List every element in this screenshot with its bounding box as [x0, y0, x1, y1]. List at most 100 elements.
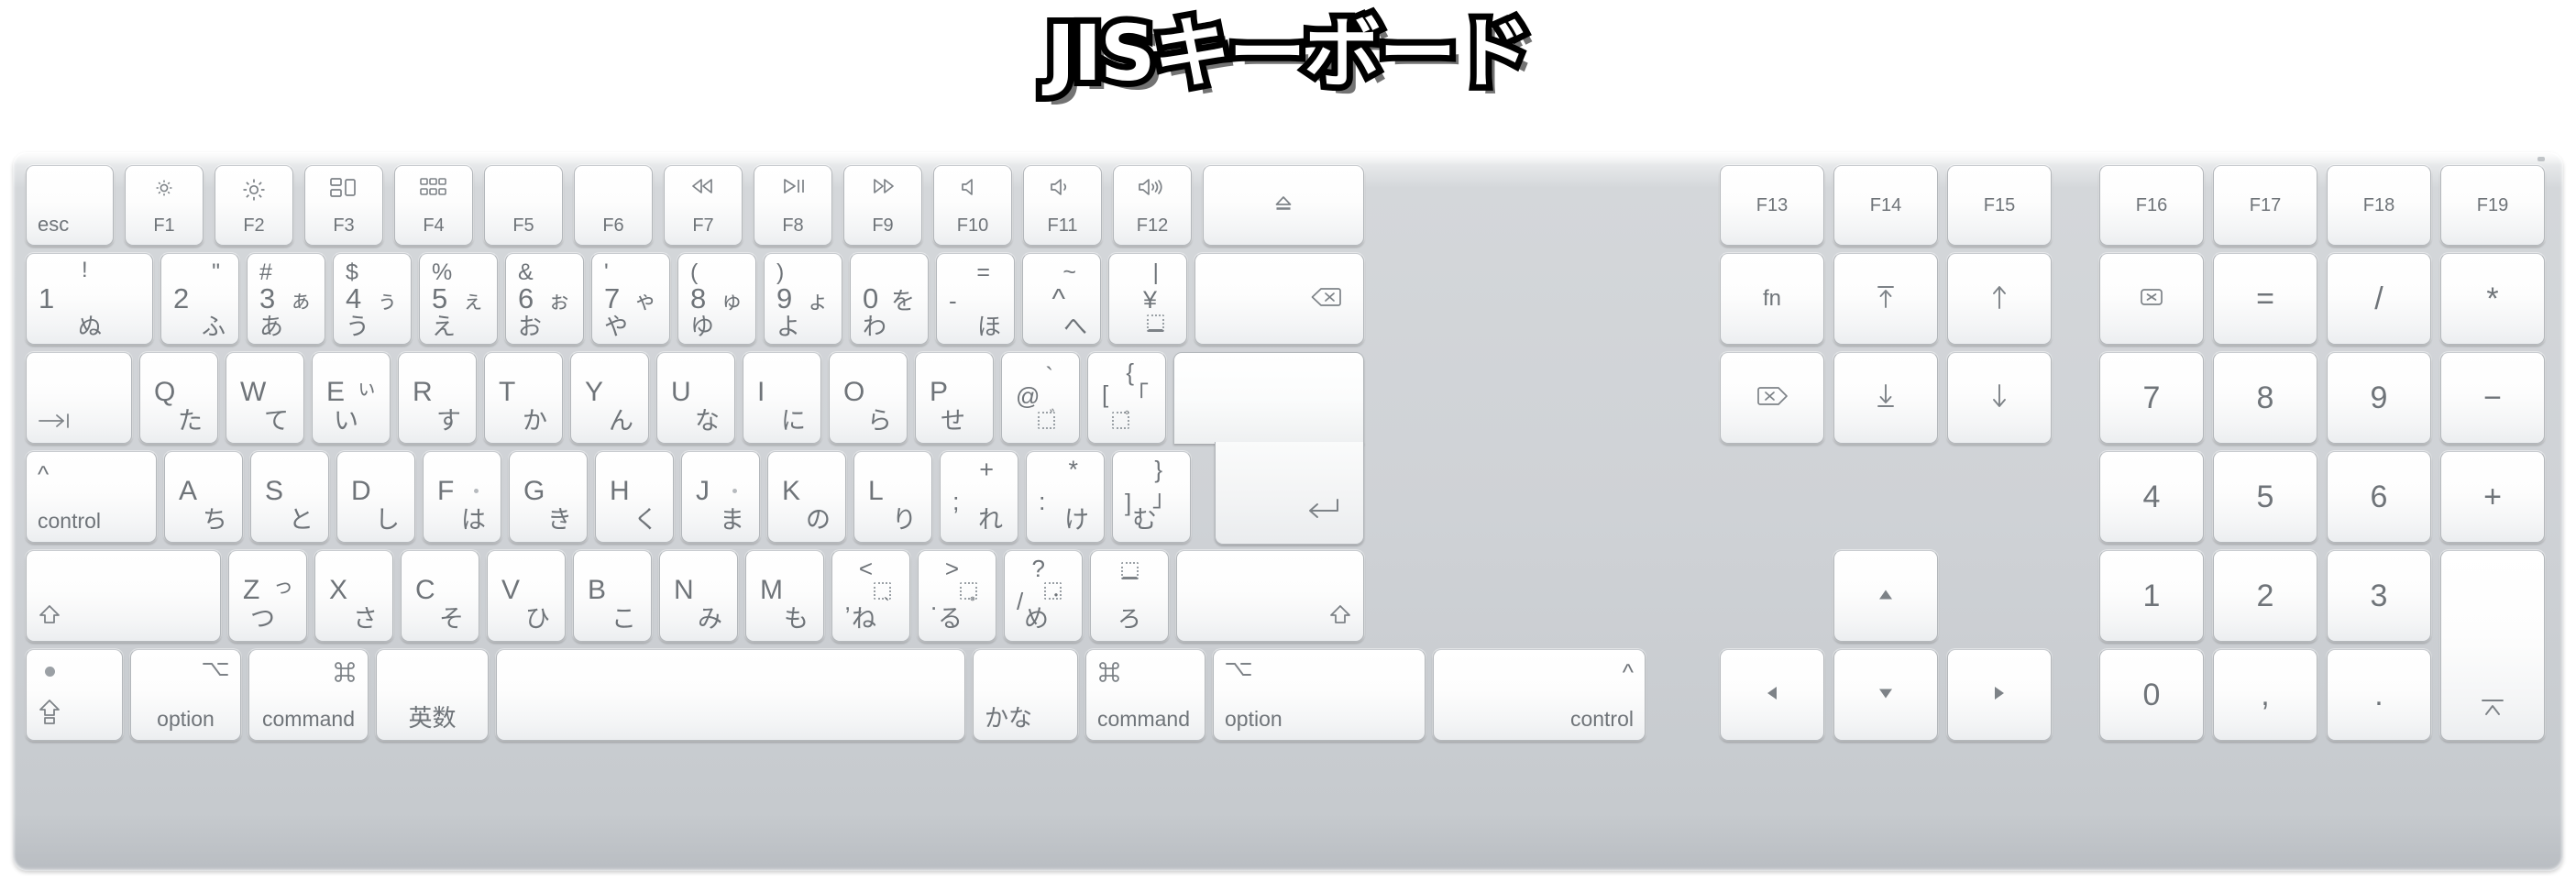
key-l[interactable]: L り [853, 451, 932, 543]
key-return-bottom[interactable] [1215, 442, 1364, 545]
key-num-2[interactable]: 2 [2213, 550, 2317, 642]
key-at[interactable]: ` @ [1001, 352, 1080, 444]
key-num-clear[interactable] [2099, 253, 2204, 345]
key-d[interactable]: D し [336, 451, 415, 543]
key-4[interactable]: $ 4 ぅ う [333, 253, 412, 345]
key-f8[interactable]: F8 [754, 165, 832, 246]
key-f11[interactable]: F11 [1023, 165, 1102, 246]
key-2[interactable]: " 2 ふ [160, 253, 239, 345]
key-control-left[interactable]: ^ control [26, 451, 157, 543]
key-o[interactable]: O ら [829, 352, 908, 444]
key-f18[interactable]: F18 [2327, 165, 2431, 246]
key-f7[interactable]: F7 [664, 165, 743, 246]
key-num-8[interactable]: 8 [2213, 352, 2317, 444]
key-option-right[interactable]: option [1213, 649, 1426, 741]
key-v[interactable]: V ひ [487, 550, 566, 642]
key-6[interactable]: & 6 ぉ お [505, 253, 584, 345]
key-eject[interactable] [1203, 165, 1364, 246]
key-arrow-left[interactable] [1720, 649, 1824, 741]
key-num-1[interactable]: 1 [2099, 550, 2204, 642]
key-shift-left[interactable] [26, 550, 221, 642]
key-home[interactable] [1833, 253, 1938, 345]
key-control-right[interactable]: ^ control [1433, 649, 1646, 741]
key-r[interactable]: R す [398, 352, 477, 444]
key-num-plus[interactable]: + [2440, 451, 2545, 543]
key-caps-lock[interactable] [26, 649, 123, 741]
key-u[interactable]: U な [656, 352, 735, 444]
key-slash[interactable]: ? / め [1004, 550, 1083, 642]
key-a[interactable]: A ち [164, 451, 243, 543]
key-num-4[interactable]: 4 [2099, 451, 2204, 543]
key-f6[interactable]: F6 [574, 165, 653, 246]
key-kana[interactable]: かな [973, 649, 1078, 741]
key-yen[interactable]: | ¥ [1108, 253, 1187, 345]
key-3[interactable]: # 3 ぁ あ [247, 253, 325, 345]
key-f12[interactable]: F12 [1113, 165, 1192, 246]
key-semicolon[interactable]: + ; れ [940, 451, 1018, 543]
key-arrow-right[interactable] [1947, 649, 2052, 741]
key-period[interactable]: > . る [918, 550, 996, 642]
key-h[interactable]: H く [595, 451, 674, 543]
key-f10[interactable]: F10 [933, 165, 1012, 246]
key-7[interactable]: ' 7 ゃ や [591, 253, 670, 345]
key-w[interactable]: W て [226, 352, 304, 444]
key-f15[interactable]: F15 [1947, 165, 2052, 246]
key-f1[interactable]: F1 [125, 165, 204, 246]
key-f[interactable]: F は [423, 451, 501, 543]
key-page-down[interactable] [1947, 352, 2052, 444]
key-s[interactable]: S と [250, 451, 329, 543]
key-comma[interactable]: < , ね [831, 550, 910, 642]
key-arrow-up[interactable] [1833, 550, 1938, 642]
key-f19[interactable]: F19 [2440, 165, 2545, 246]
key-0[interactable]: 0 を わ [850, 253, 929, 345]
key-page-up[interactable] [1947, 253, 2052, 345]
key-num-period[interactable]: . [2327, 649, 2431, 741]
key-option-left[interactable]: option [130, 649, 241, 741]
key-num-divide[interactable]: / [2327, 253, 2431, 345]
key-5[interactable]: % 5 ぇ え [419, 253, 498, 345]
key-1[interactable]: ! 1 ぬ [26, 253, 153, 345]
key-num-7[interactable]: 7 [2099, 352, 2204, 444]
key-num-comma[interactable]: , [2213, 649, 2317, 741]
key-f4[interactable]: F4 [394, 165, 473, 246]
key-g[interactable]: G き [509, 451, 588, 543]
key-f9[interactable]: F9 [843, 165, 922, 246]
key-caret[interactable]: ~ ^ へ [1022, 253, 1101, 345]
key-f13[interactable]: F13 [1720, 165, 1824, 246]
key-num-5[interactable]: 5 [2213, 451, 2317, 543]
key-e[interactable]: E ぃ い [312, 352, 391, 444]
key-9[interactable]: ) 9 ょ よ [764, 253, 842, 345]
key-p[interactable]: P せ [915, 352, 994, 444]
key-command-left[interactable]: command [248, 649, 369, 741]
key-i[interactable]: I に [743, 352, 821, 444]
key-f3[interactable]: F3 [304, 165, 383, 246]
key-f5[interactable]: F5 [484, 165, 563, 246]
key-esc[interactable]: esc [26, 165, 114, 246]
key-x[interactable]: X さ [314, 550, 393, 642]
key-f14[interactable]: F14 [1833, 165, 1938, 246]
key-f2[interactable]: F2 [215, 165, 293, 246]
key-q[interactable]: Q た [139, 352, 218, 444]
key-num-minus[interactable]: − [2440, 352, 2545, 444]
key-z[interactable]: Z っ つ [228, 550, 307, 642]
key-b[interactable]: B こ [573, 550, 652, 642]
key-colon[interactable]: * : け [1026, 451, 1105, 543]
key-bracket-right[interactable]: } ] 」 む [1112, 451, 1191, 543]
key-j[interactable]: J ま [681, 451, 760, 543]
key-f17[interactable]: F17 [2213, 165, 2317, 246]
key-m[interactable]: M も [745, 550, 824, 642]
key-num-multiply[interactable]: * [2440, 253, 2545, 345]
key-8[interactable]: ( 8 ゅ ゆ [677, 253, 756, 345]
key-end[interactable] [1833, 352, 1938, 444]
key-f16[interactable]: F16 [2099, 165, 2204, 246]
key-bracket-left[interactable]: { [ 「 [1087, 352, 1166, 444]
key-num-0[interactable]: 0 [2099, 649, 2204, 741]
key-t[interactable]: T か [484, 352, 563, 444]
key-space[interactable] [496, 649, 965, 741]
key-num-3[interactable]: 3 [2327, 550, 2431, 642]
key-tab[interactable] [26, 352, 132, 444]
key-eisu[interactable]: 英数 [376, 649, 489, 741]
key-num-equals[interactable]: = [2213, 253, 2317, 345]
key-y[interactable]: Y ん [570, 352, 649, 444]
key-forward-delete[interactable] [1720, 352, 1824, 444]
